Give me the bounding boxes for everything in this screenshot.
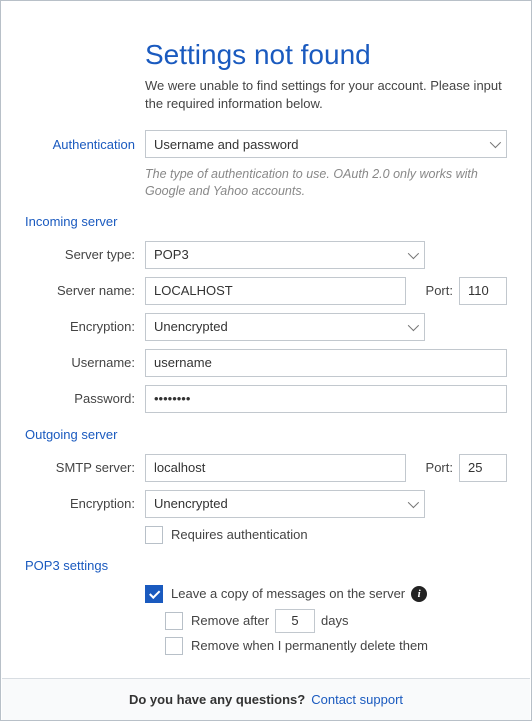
- password-label: Password:: [25, 391, 145, 406]
- incoming-section-label: Incoming server: [25, 214, 507, 229]
- remove-perm-checkbox[interactable]: [165, 637, 183, 655]
- outgoing-section-label: Outgoing server: [25, 427, 507, 442]
- username-input[interactable]: [145, 349, 507, 377]
- leave-copy-label: Leave a copy of messages on the server: [171, 586, 405, 601]
- server-type-select[interactable]: POP3: [145, 241, 425, 269]
- chevron-down-icon: [408, 248, 419, 259]
- auth-label: Authentication: [25, 137, 145, 152]
- info-icon[interactable]: i: [411, 586, 427, 602]
- chevron-down-icon: [408, 320, 419, 331]
- footer: Do you have any questions? Contact suppo…: [2, 678, 530, 720]
- incoming-encryption-value: Unencrypted: [154, 319, 228, 334]
- outgoing-port-input[interactable]: [459, 454, 507, 482]
- requires-auth-checkbox[interactable]: [145, 526, 163, 544]
- auth-hint: The type of authentication to use. OAuth…: [145, 166, 507, 200]
- password-input[interactable]: [145, 385, 507, 413]
- auth-select[interactable]: Username and password: [145, 130, 507, 158]
- chevron-down-icon: [408, 497, 419, 508]
- server-type-value: POP3: [154, 247, 189, 262]
- leave-copy-checkbox[interactable]: [145, 585, 163, 603]
- contact-support-link[interactable]: Contact support: [311, 692, 403, 707]
- outgoing-encryption-value: Unencrypted: [154, 496, 228, 511]
- incoming-port-label: Port:: [426, 283, 459, 298]
- chevron-down-icon: [490, 137, 501, 148]
- page-title: Settings not found: [145, 39, 507, 71]
- incoming-encryption-label: Encryption:: [25, 319, 145, 334]
- remove-after-days-input[interactable]: [275, 609, 315, 633]
- smtp-label: SMTP server:: [25, 460, 145, 475]
- check-icon: [149, 587, 160, 598]
- outgoing-encryption-label: Encryption:: [25, 496, 145, 511]
- remove-after-checkbox[interactable]: [165, 612, 183, 630]
- auth-select-value: Username and password: [154, 137, 299, 152]
- page-subtitle: We were unable to find settings for your…: [145, 77, 507, 112]
- username-label: Username:: [25, 355, 145, 370]
- server-name-input[interactable]: [145, 277, 406, 305]
- remove-perm-label: Remove when I permanently delete them: [191, 638, 428, 653]
- smtp-input[interactable]: [145, 454, 406, 482]
- incoming-port-input[interactable]: [459, 277, 507, 305]
- pop3-section-label: POP3 settings: [25, 558, 507, 573]
- outgoing-encryption-select[interactable]: Unencrypted: [145, 490, 425, 518]
- remove-after-prefix: Remove after: [191, 613, 269, 628]
- remove-after-suffix: days: [321, 613, 348, 628]
- outgoing-port-label: Port:: [426, 460, 459, 475]
- incoming-encryption-select[interactable]: Unencrypted: [145, 313, 425, 341]
- requires-auth-label: Requires authentication: [171, 527, 308, 542]
- footer-question: Do you have any questions?: [129, 692, 305, 707]
- server-name-label: Server name:: [25, 283, 145, 298]
- server-type-label: Server type:: [25, 247, 145, 262]
